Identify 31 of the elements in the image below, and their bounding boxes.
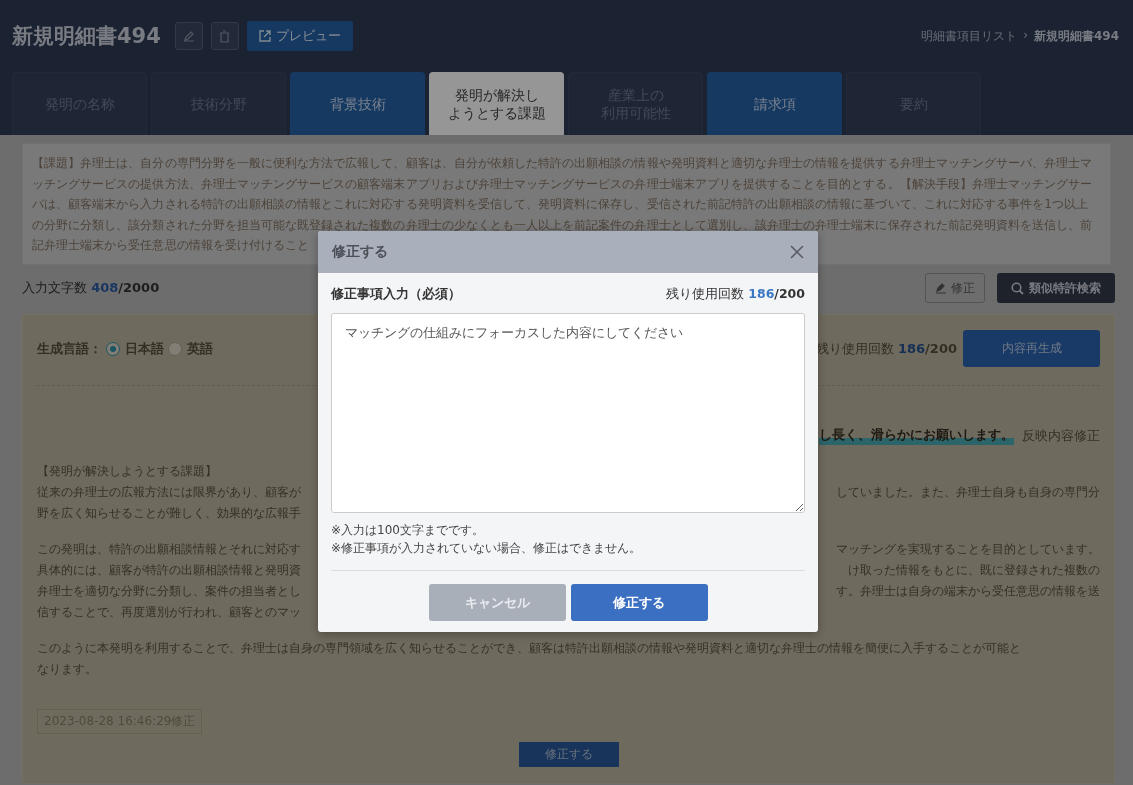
regenerate-button[interactable]: 内容再生成 xyxy=(963,330,1100,367)
search-icon xyxy=(1011,281,1024,295)
modal-title: 修正する xyxy=(332,243,388,261)
revision-input-field[interactable]: マッチングの仕組みにフォーカスした内容にしてください xyxy=(331,313,805,513)
close-icon[interactable] xyxy=(790,245,804,259)
tab[interactable]: 背景技術 xyxy=(290,72,425,135)
remaining-uses: 残り使用回数 186/200 xyxy=(666,286,805,303)
cancel-button[interactable]: キャンセル xyxy=(428,584,566,621)
tab[interactable]: 発明が解決し ようとする課題 xyxy=(429,72,564,135)
submit-button[interactable]: 修正する xyxy=(570,584,708,621)
preview-button[interactable]: プレビュー xyxy=(246,21,353,51)
breadcrumb-separator: › xyxy=(1023,27,1028,44)
language-radio[interactable]: 日本語 xyxy=(106,339,164,358)
page-title: 新規明細書494 xyxy=(12,23,161,50)
character-count: 入力文字数 408/2000 xyxy=(22,279,160,297)
external-link-icon xyxy=(258,30,271,42)
similar-patent-search-button[interactable]: 類似特許検索 xyxy=(997,273,1115,303)
note-text: ※修正事項が入力されていない場合、修正はできません。 xyxy=(331,540,643,557)
pencil-icon xyxy=(935,282,947,294)
breadcrumb-link[interactable]: 明細書項目リスト xyxy=(921,27,1018,45)
pencil-icon xyxy=(182,30,195,42)
delete-button[interactable] xyxy=(210,22,239,50)
edit-button[interactable]: 修正する xyxy=(518,742,619,767)
language-label: 生成言語： xyxy=(37,339,102,358)
note-text: ※入力は100文字までです。 xyxy=(331,522,485,539)
field-label: 修正事項入力（必須） xyxy=(331,286,461,303)
language-radio[interactable]: 英語 xyxy=(168,339,213,358)
breadcrumb-current: 新規明細書494 xyxy=(1033,27,1119,45)
trash-icon xyxy=(219,29,231,43)
tab[interactable]: 請求項 xyxy=(707,72,842,135)
edit-button[interactable] xyxy=(174,22,203,50)
